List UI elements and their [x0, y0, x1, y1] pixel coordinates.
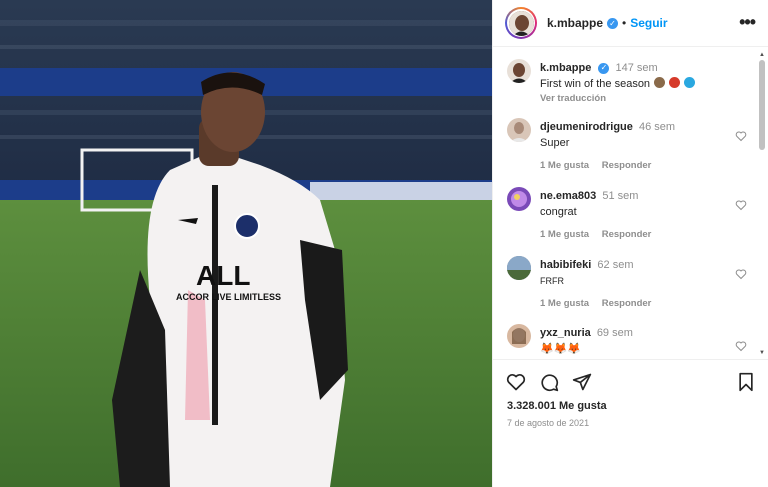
author-username[interactable]: k.mbappe	[547, 16, 603, 30]
comment-item: habibifeki 62 sem FRFR 1 Me gusta Respon…	[507, 256, 747, 316]
comment-item: ne.ema803 51 sem congrat 1 Me gusta Resp…	[507, 187, 747, 247]
like-comment-heart-icon[interactable]	[735, 199, 747, 211]
save-bookmark-icon[interactable]	[736, 372, 756, 392]
comment-bubble-icon[interactable]	[539, 372, 559, 392]
scroll-thumb[interactable]	[759, 60, 765, 150]
likes-count[interactable]: 3.328.001 Me gusta	[507, 400, 607, 412]
comment-username[interactable]: ne.ema803	[540, 190, 596, 202]
jersey-slogan: ACCOR LIVE LIMITLESS	[176, 292, 281, 302]
verified-icon: ✓	[598, 62, 610, 74]
share-paper-plane-icon[interactable]	[572, 372, 592, 392]
scroll-up-arrow-icon[interactable]: ▲	[758, 52, 766, 58]
blue-circle-icon	[684, 77, 696, 88]
caption-text: First win of the season	[540, 78, 651, 90]
follow-button[interactable]: Seguir	[630, 16, 667, 30]
comments-list: k.mbappe ✓ 147 sem First win of the seas…	[493, 48, 768, 359]
post-side-panel: k.mbappe ✓ • Seguir ••• k.mbappe ✓ 147 s…	[492, 0, 768, 487]
separator-dot: •	[622, 16, 627, 30]
scroll-down-arrow-icon[interactable]: ▼	[758, 350, 766, 356]
comment-likes[interactable]: 1 Me gusta	[540, 298, 589, 309]
fist-emoji-icon	[654, 77, 666, 88]
red-circle-icon	[669, 77, 681, 88]
comment-text: Super	[540, 137, 570, 149]
comment-time[interactable]: 69 sem	[597, 327, 633, 339]
post-date[interactable]: 7 de agosto de 2021	[507, 418, 589, 428]
post-actions: 3.328.001 Me gusta 7 de agosto de 2021	[493, 359, 768, 487]
comment-avatar[interactable]	[507, 256, 531, 280]
post-photo[interactable]: ALL ACCOR LIVE LIMITLESS	[0, 0, 492, 487]
caption-time[interactable]: 147 sem	[615, 62, 657, 74]
like-comment-heart-icon[interactable]	[735, 268, 747, 280]
comment-username[interactable]: djeumenirodrigue	[540, 121, 633, 133]
comments-scrollbar[interactable]: ▲ ▼	[758, 52, 766, 356]
comment-avatar[interactable]	[507, 118, 531, 142]
caption-username[interactable]: k.mbappe	[540, 62, 591, 74]
comment-username[interactable]: habibifeki	[540, 259, 591, 271]
comment-time[interactable]: 46 sem	[639, 121, 675, 133]
comment-item: yxz_nuria 69 sem 🦊🦊🦊	[507, 324, 747, 359]
comment-username[interactable]: yxz_nuria	[540, 327, 591, 339]
like-heart-icon[interactable]	[506, 372, 526, 392]
comment-time[interactable]: 62 sem	[597, 259, 633, 271]
post-image: ALL ACCOR LIVE LIMITLESS	[0, 0, 492, 487]
translate-link[interactable]: Ver traducción	[540, 93, 740, 104]
like-comment-heart-icon[interactable]	[735, 340, 747, 352]
comment-text: FRFR	[540, 276, 564, 286]
reply-button[interactable]: Responder	[602, 229, 652, 240]
comment-text: 🦊🦊🦊	[540, 343, 582, 355]
more-options-icon[interactable]: •••	[739, 12, 756, 33]
jersey-brand: ALL	[196, 260, 250, 291]
caption-avatar[interactable]	[507, 59, 531, 83]
like-comment-heart-icon[interactable]	[735, 130, 747, 142]
comment-likes[interactable]: 1 Me gusta	[540, 229, 589, 240]
comment-time[interactable]: 51 sem	[602, 190, 638, 202]
reply-button[interactable]: Responder	[602, 298, 652, 309]
reply-button[interactable]: Responder	[602, 160, 652, 171]
comment-likes[interactable]: 1 Me gusta	[540, 160, 589, 171]
comment-avatar[interactable]	[507, 187, 531, 211]
author-avatar[interactable]	[505, 7, 537, 39]
comment-avatar[interactable]	[507, 324, 531, 348]
verified-icon: ✓	[607, 17, 619, 29]
comment-text: congrat	[540, 206, 577, 218]
post-header: k.mbappe ✓ • Seguir •••	[493, 0, 768, 47]
post-caption: k.mbappe ✓ 147 sem First win of the seas…	[507, 59, 747, 119]
comment-item: djeumenirodrigue 46 sem Super 1 Me gusta…	[507, 118, 747, 178]
